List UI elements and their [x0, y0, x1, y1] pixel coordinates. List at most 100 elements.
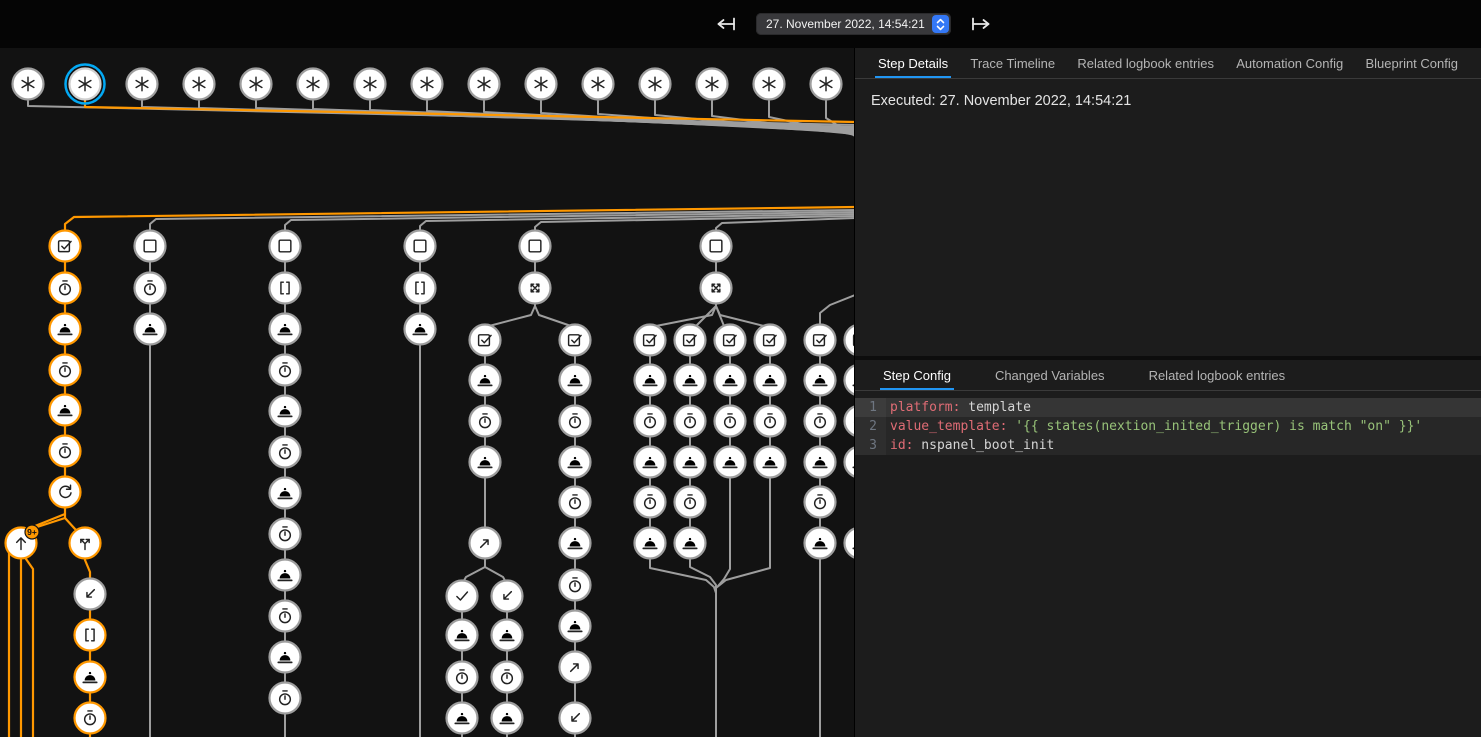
checkbox-marked-node[interactable] [675, 325, 706, 356]
previous-trace-button[interactable] [712, 10, 740, 38]
yaml-editor[interactable]: 1platform: template2value_template: '{{ … [855, 398, 1481, 455]
asterisk-node[interactable] [355, 69, 386, 100]
service-bell-node[interactable] [805, 447, 836, 478]
timer-node[interactable] [845, 406, 856, 437]
service-bell-node[interactable] [470, 365, 501, 396]
service-bell-node[interactable] [715, 447, 746, 478]
asterisk-node[interactable] [298, 69, 329, 100]
arrow-up-node[interactable]: 9+ [6, 525, 40, 559]
service-bell-node[interactable] [560, 447, 591, 478]
service-bell-node[interactable] [675, 365, 706, 396]
service-bell-node[interactable] [635, 528, 666, 559]
code-line[interactable]: 1platform: template [855, 398, 1481, 417]
asterisk-node[interactable] [13, 69, 44, 100]
checkbox-marked-node[interactable] [755, 325, 786, 356]
service-bell-node[interactable] [715, 365, 746, 396]
arrow-top-right-node[interactable] [560, 652, 591, 683]
tab-step-details[interactable]: Step Details [875, 48, 951, 78]
service-bell-node[interactable] [270, 478, 301, 509]
code-line[interactable]: 3id: nspanel_boot_init [855, 436, 1481, 455]
timer-node[interactable] [675, 487, 706, 518]
asterisk-node[interactable] [526, 69, 557, 100]
tab-related-logbook-entries[interactable]: Related logbook entries [1074, 48, 1217, 78]
asterisk-node[interactable] [754, 69, 785, 100]
timer-node[interactable] [492, 662, 523, 693]
service-bell-node[interactable] [405, 314, 436, 345]
service-bell-node[interactable] [755, 447, 786, 478]
checkbox-marked-node[interactable] [50, 231, 81, 262]
checkbox-blank-node[interactable] [701, 231, 732, 262]
service-bell-node[interactable] [447, 620, 478, 651]
service-bell-node[interactable] [845, 365, 856, 396]
timer-node[interactable] [75, 703, 106, 734]
timer-node[interactable] [50, 436, 81, 467]
checkbox-marked-node[interactable] [805, 325, 836, 356]
checkbox-marked-node[interactable] [470, 325, 501, 356]
checkbox-marked-node[interactable] [560, 325, 591, 356]
service-bell-node[interactable] [675, 528, 706, 559]
service-bell-node[interactable] [50, 314, 81, 345]
asterisk-node[interactable] [241, 69, 272, 100]
checkbox-marked-node[interactable] [715, 325, 746, 356]
next-trace-button[interactable] [967, 10, 995, 38]
timer-node[interactable] [270, 601, 301, 632]
service-bell-node[interactable] [805, 528, 836, 559]
service-bell-node[interactable] [805, 365, 836, 396]
asterisk-node[interactable] [469, 69, 500, 100]
timer-node[interactable] [50, 355, 81, 386]
timer-node[interactable] [560, 570, 591, 601]
checkbox-blank-node[interactable] [520, 231, 551, 262]
brackets-node[interactable] [75, 620, 106, 651]
service-bell-node[interactable] [447, 703, 478, 734]
code-line[interactable]: 2value_template: '{{ states(nextion_init… [855, 417, 1481, 436]
parallel-node[interactable] [520, 273, 551, 304]
timer-node[interactable] [135, 273, 166, 304]
checkbox-blank-node[interactable] [135, 231, 166, 262]
asterisk-node[interactable] [697, 69, 728, 100]
asterisk-node[interactable] [66, 65, 105, 104]
service-bell-node[interactable] [560, 611, 591, 642]
service-bell-node[interactable] [270, 642, 301, 673]
service-bell-node[interactable] [845, 447, 856, 478]
timer-node[interactable] [805, 406, 836, 437]
tab-changed-variables[interactable]: Changed Variables [992, 360, 1108, 390]
timer-node[interactable] [50, 273, 81, 304]
check-node[interactable] [447, 581, 478, 612]
asterisk-node[interactable] [583, 69, 614, 100]
brackets-node[interactable] [270, 273, 301, 304]
arrow-top-right-node[interactable] [470, 528, 501, 559]
arrow-bottom-left-node[interactable] [75, 579, 106, 610]
service-bell-node[interactable] [75, 662, 106, 693]
trace-picker[interactable]: 27. November 2022, 14:54:21 [756, 13, 951, 35]
checkbox-blank-node[interactable] [270, 231, 301, 262]
service-bell-node[interactable] [270, 314, 301, 345]
timer-node[interactable] [635, 406, 666, 437]
service-bell-node[interactable] [270, 560, 301, 591]
tab-automation-config[interactable]: Automation Config [1233, 48, 1346, 78]
brackets-node[interactable] [405, 273, 436, 304]
service-bell-node[interactable] [755, 365, 786, 396]
checkbox-blank-node[interactable] [405, 231, 436, 262]
service-bell-node[interactable] [470, 447, 501, 478]
service-bell-node[interactable] [492, 703, 523, 734]
split-arrows-node[interactable] [70, 528, 101, 559]
service-bell-node[interactable] [635, 447, 666, 478]
checkbox-marked-node[interactable] [635, 325, 666, 356]
service-bell-node[interactable] [635, 365, 666, 396]
timer-node[interactable] [560, 487, 591, 518]
tab-related-logbook-entries[interactable]: Related logbook entries [1146, 360, 1289, 390]
timer-node[interactable] [675, 406, 706, 437]
timer-node[interactable] [470, 406, 501, 437]
tab-step-config[interactable]: Step Config [880, 360, 954, 390]
automation-trace-graph[interactable]: 9+ [0, 48, 855, 737]
service-bell-node[interactable] [270, 396, 301, 427]
timer-node[interactable] [715, 406, 746, 437]
timer-node[interactable] [805, 487, 836, 518]
asterisk-node[interactable] [640, 69, 671, 100]
service-bell-node[interactable] [675, 447, 706, 478]
service-bell-node[interactable] [560, 528, 591, 559]
arrow-bottom-left-node[interactable] [560, 703, 591, 734]
repeat-node[interactable] [50, 477, 81, 508]
timer-node[interactable] [447, 662, 478, 693]
asterisk-node[interactable] [127, 69, 158, 100]
